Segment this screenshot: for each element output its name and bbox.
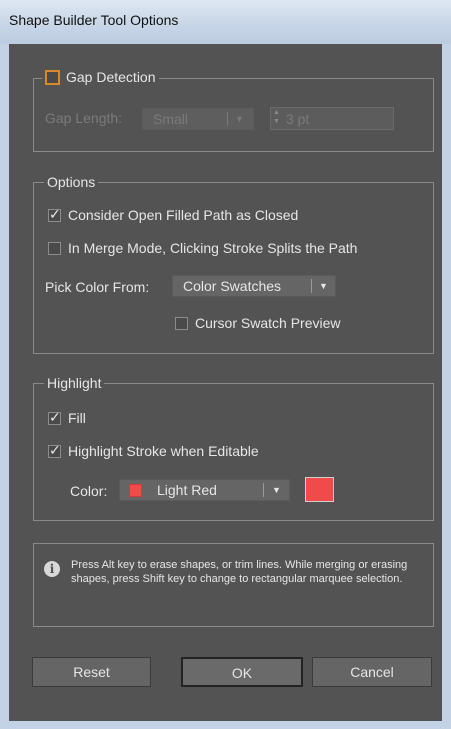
- pick-color-label: Pick Color From:: [45, 279, 150, 295]
- gap-custom-stepper[interactable]: ▲ ▼ 3 pt: [270, 107, 394, 130]
- stepper-down-icon[interactable]: ▼: [273, 118, 280, 125]
- chevron-down-icon: ▼: [272, 485, 281, 495]
- cursor-preview-label[interactable]: Cursor Swatch Preview: [195, 314, 341, 332]
- cursor-preview-checkbox[interactable]: [175, 317, 188, 330]
- dropdown-separator: [263, 483, 264, 497]
- gap-detection-legend[interactable]: Gap Detection: [42, 67, 159, 86]
- window-title: Shape Builder Tool Options: [9, 12, 179, 28]
- gap-detection-label: Gap Detection: [66, 69, 156, 85]
- info-icon: i: [44, 561, 60, 577]
- dropdown-separator: [227, 112, 228, 126]
- highlight-group: Highlight Fill Highlight Stroke when Edi…: [33, 374, 434, 521]
- highlight-color-dropdown[interactable]: Light Red ▼: [119, 479, 290, 501]
- color-label: Color:: [70, 483, 108, 499]
- window-frame-bottom: [0, 721, 451, 729]
- highlight-legend: Highlight: [44, 374, 105, 392]
- chevron-down-icon: ▼: [319, 281, 328, 291]
- fill-checkbox[interactable]: [48, 409, 61, 426]
- pick-color-dropdown[interactable]: Color Swatches ▼: [172, 275, 336, 297]
- highlight-stroke-label[interactable]: Highlight Stroke when Editable: [68, 442, 259, 460]
- highlight-color-swatch-button[interactable]: [305, 477, 334, 502]
- chevron-down-icon: ▼: [235, 114, 244, 124]
- info-box: i Press Alt key to erase shapes, or trim…: [33, 543, 434, 627]
- gap-detection-group: Gap Detection Gap Length: Small ▼ ▲ ▼ 3 …: [33, 67, 434, 152]
- options-group: Options Consider Open Filled Path as Clo…: [33, 173, 434, 354]
- gap-detection-checkbox[interactable]: [45, 70, 60, 85]
- gap-custom-value: 3 pt: [286, 111, 310, 127]
- dropdown-separator: [311, 279, 312, 293]
- gap-length-value: Small: [153, 111, 189, 127]
- title-bar[interactable]: Shape Builder Tool Options: [0, 0, 451, 45]
- dialog-content: Gap Detection Gap Length: Small ▼ ▲ ▼ 3 …: [9, 44, 442, 721]
- cancel-button[interactable]: Cancel: [312, 657, 432, 687]
- fill-label[interactable]: Fill: [68, 409, 86, 427]
- gap-length-dropdown[interactable]: Small ▼: [142, 108, 254, 130]
- merge-mode-checkbox[interactable]: [48, 242, 61, 255]
- merge-mode-label[interactable]: In Merge Mode, Clicking Stroke Splits th…: [68, 239, 357, 257]
- options-legend: Options: [44, 173, 99, 191]
- dialog-window: Shape Builder Tool Options Gap Detection…: [0, 0, 451, 729]
- window-frame-right: [442, 44, 451, 729]
- consider-open-checkbox[interactable]: [48, 206, 61, 223]
- consider-open-label[interactable]: Consider Open Filled Path as Closed: [68, 206, 298, 224]
- reset-button[interactable]: Reset: [32, 657, 151, 687]
- color-swatch-icon: [129, 484, 142, 497]
- info-text: Press Alt key to erase shapes, or trim l…: [71, 559, 408, 585]
- window-frame-left: [0, 44, 9, 729]
- highlight-stroke-checkbox[interactable]: [48, 442, 61, 459]
- highlight-color-value: Light Red: [157, 482, 217, 498]
- gap-length-label: Gap Length:: [45, 110, 123, 126]
- ok-button[interactable]: OK: [181, 657, 303, 687]
- stepper-up-icon[interactable]: ▲: [273, 109, 280, 116]
- pick-color-value: Color Swatches: [183, 278, 282, 294]
